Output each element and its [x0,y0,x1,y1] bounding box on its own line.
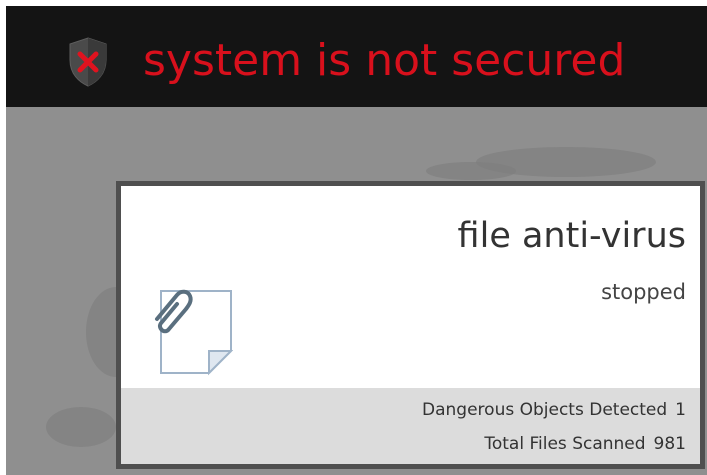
map-landmass [426,162,516,180]
stat-label: Total Files Scanned [484,434,646,454]
stat-value: 981 [653,434,686,454]
status-header: system is not secured [6,6,707,107]
file-paperclip-icon [155,289,233,376]
card-stats-footer: Dangerous Objects Detected 1 Total Files … [121,388,700,464]
stat-dangerous-objects: Dangerous Objects Detected 1 [422,398,686,422]
map-landmass [46,407,116,447]
stat-value: 1 [675,400,686,420]
shield-x-icon [69,37,107,87]
stat-total-files: Total Files Scanned 981 [484,432,686,456]
module-title: file anti-virus [457,216,686,256]
stat-label: Dangerous Objects Detected [422,400,668,420]
security-status-title: system is not secured [143,35,626,86]
file-antivirus-card[interactable]: file anti-virus stopped Dangerous Object… [116,181,705,469]
app-window: system is not secured file anti-virus st… [0,0,707,475]
module-status: stopped [601,280,686,304]
